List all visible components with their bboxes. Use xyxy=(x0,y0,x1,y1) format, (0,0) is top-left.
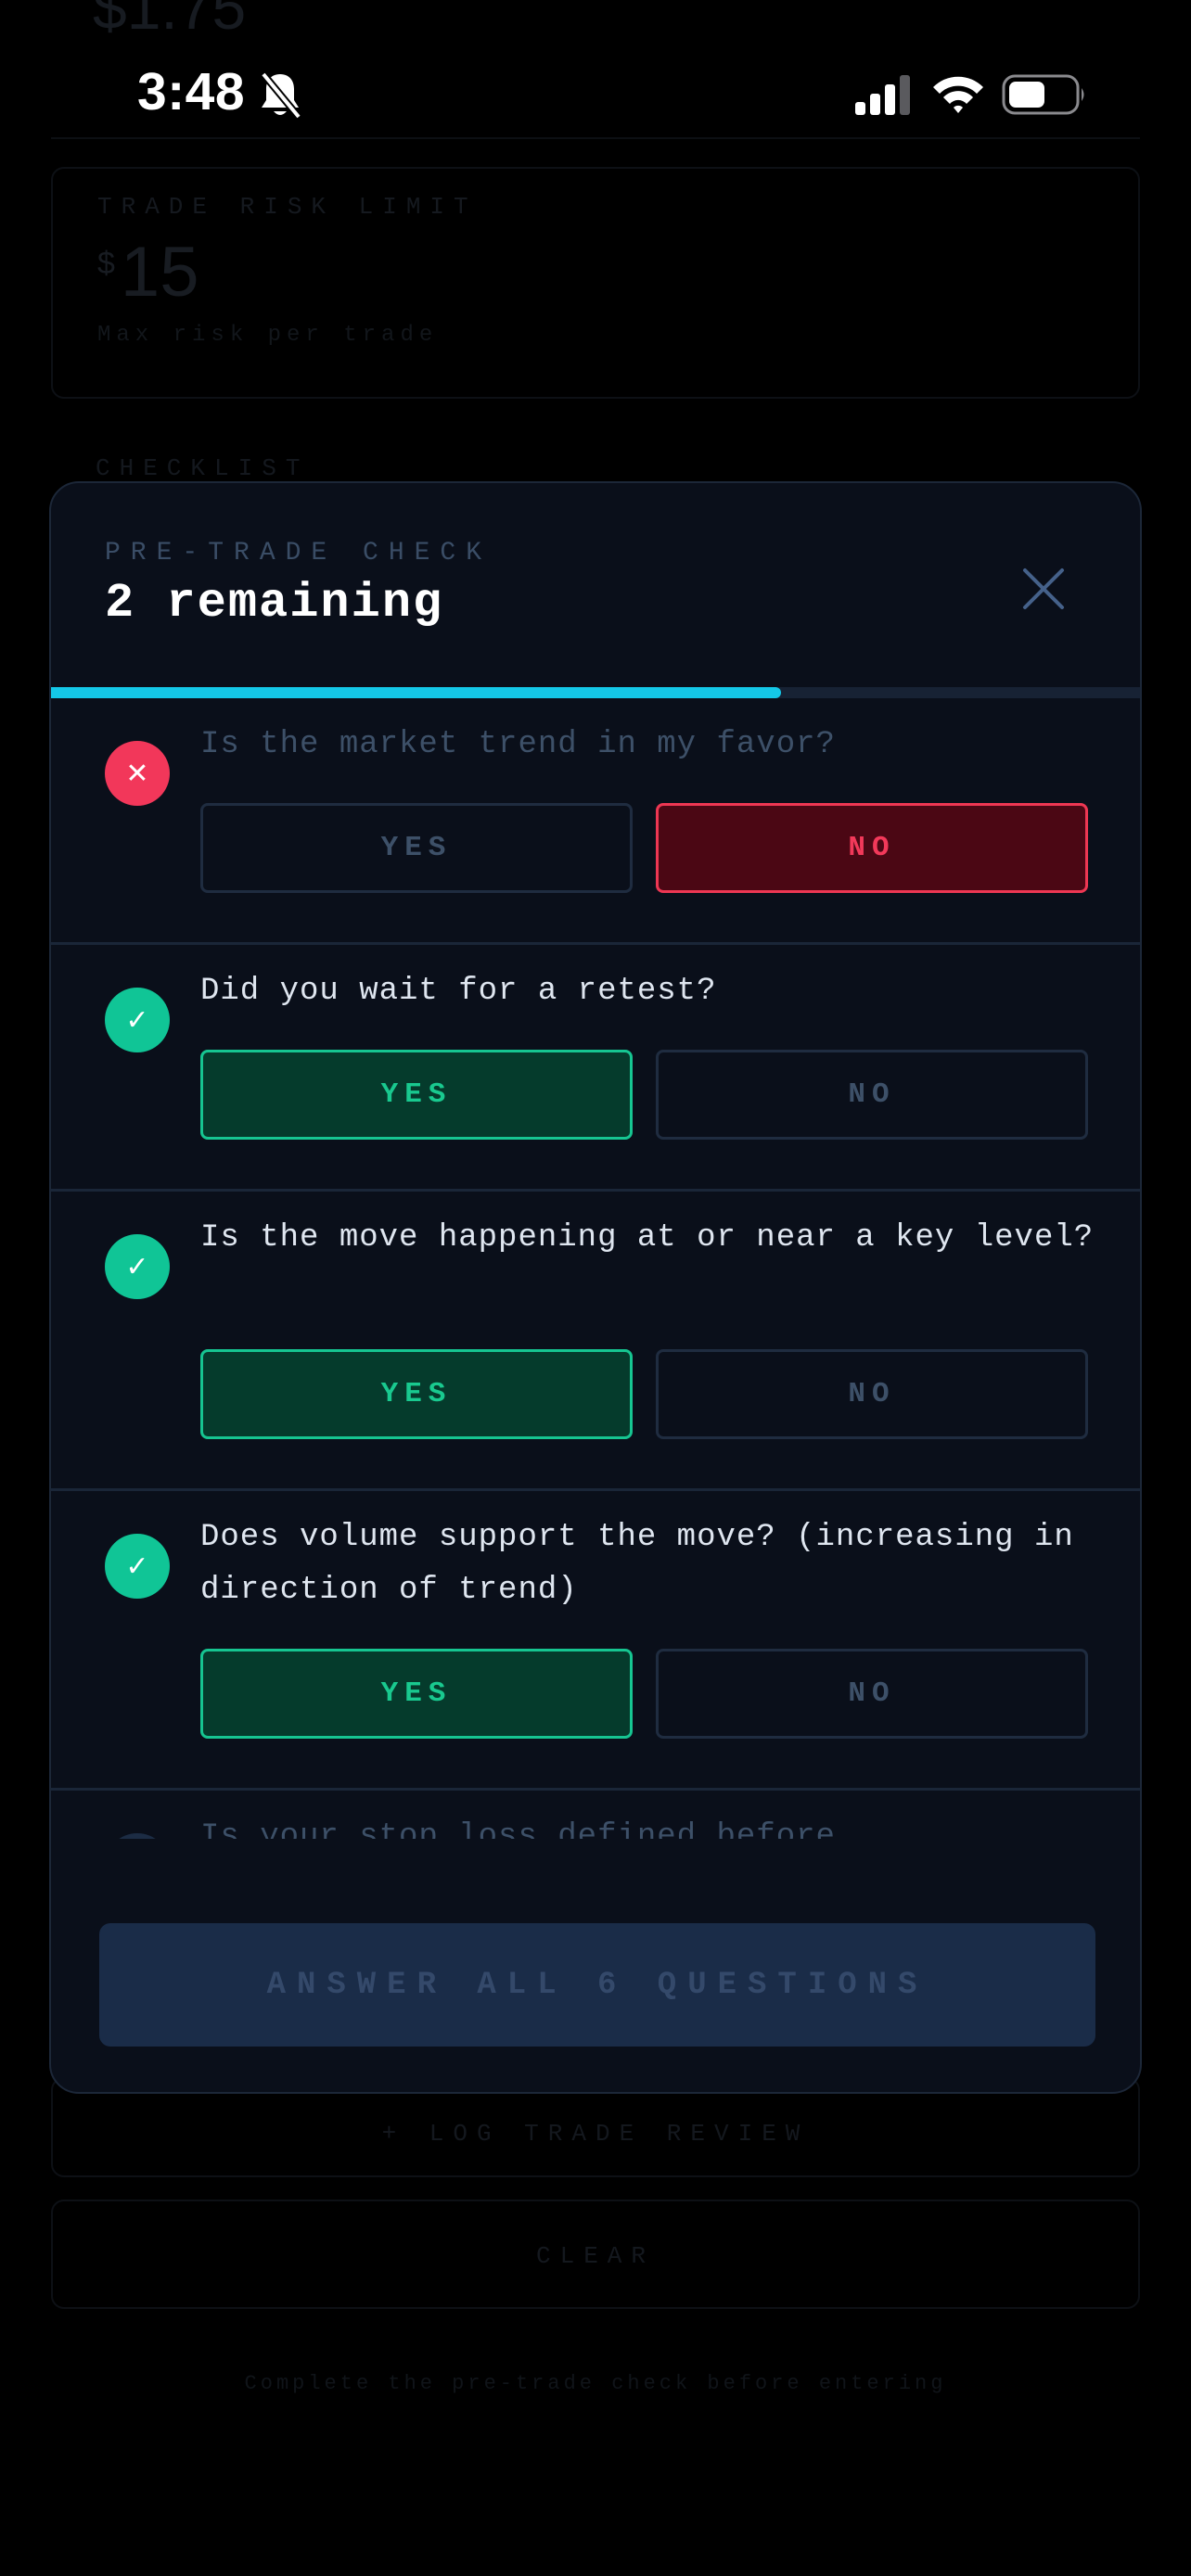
question-text: Does volume support the move? (increasin… xyxy=(200,1520,1074,1608)
yes-button[interactable]: YES xyxy=(200,1349,633,1439)
battery-icon xyxy=(1002,74,1087,120)
close-button[interactable] xyxy=(1016,561,1071,617)
bg-divider xyxy=(51,137,1140,139)
pre-trade-check-modal: PRE-TRADE CHECK 2 remaining ✕ Is the mar… xyxy=(49,481,1142,2094)
bell-slash-icon xyxy=(258,70,302,125)
status-check-icon: ✓ xyxy=(105,1534,170,1599)
status-check-icon: ✓ xyxy=(105,988,170,1052)
cellular-signal-icon xyxy=(853,74,913,120)
question-item: ✓ Does volume support the move? (increas… xyxy=(51,1491,1140,1791)
bg-section-label: CHECKLIST xyxy=(96,454,310,482)
progress-bar xyxy=(51,687,1140,698)
question-item: 5 Is your stop loss defined before xyxy=(51,1791,1140,1839)
status-x-icon: ✕ xyxy=(105,741,170,806)
close-icon xyxy=(1023,568,1064,609)
bg-card-number: 15 xyxy=(120,233,199,312)
question-item: ✕ Is the market trend in my favor? YES N… xyxy=(51,698,1140,945)
bg-clear-label: CLEAR xyxy=(535,2242,655,2270)
question-text: Is the move happening at or near a key l… xyxy=(200,1220,1095,1256)
question-text: Is your stop loss defined before xyxy=(200,1819,836,1839)
bg-footer-note: Complete the pre-trade check before ente… xyxy=(244,2372,947,2395)
status-time: 3:48 xyxy=(137,62,246,121)
status-check-icon: ✓ xyxy=(105,1234,170,1299)
no-button[interactable]: NO xyxy=(656,1050,1088,1140)
yes-button[interactable]: YES xyxy=(200,1050,633,1140)
no-button[interactable]: NO xyxy=(656,1349,1088,1439)
modal-kicker: PRE-TRADE CHECK xyxy=(105,539,493,567)
bg-card-currency: $ xyxy=(97,246,115,281)
question-item: ✓ Is the move happening at or near a key… xyxy=(51,1192,1140,1491)
yes-button[interactable]: YES xyxy=(200,803,633,893)
question-list[interactable]: ✕ Is the market trend in my favor? YES N… xyxy=(51,698,1140,1839)
question-number-badge: 5 xyxy=(105,1833,170,1839)
bg-clear-button: CLEAR xyxy=(51,2200,1140,2309)
bg-card-subtitle: Max risk per trade xyxy=(97,323,439,348)
question-text: Is the market trend in my favor? xyxy=(200,727,836,762)
progress-fill xyxy=(51,687,781,698)
modal-title: 2 remaining xyxy=(105,576,444,631)
bg-card-label: TRADE RISK LIMIT xyxy=(97,193,478,221)
question-item: ✓ Did you wait for a retest? YES NO xyxy=(51,945,1140,1192)
no-button[interactable]: NO xyxy=(656,1649,1088,1739)
yes-button[interactable]: YES xyxy=(200,1649,633,1739)
no-button[interactable]: NO xyxy=(656,803,1088,893)
screen: $1.75 TRADE RISK LIMIT $15 Max risk per … xyxy=(0,0,1191,2576)
bg-card-value: $15 xyxy=(97,232,198,312)
bg-price: $1.75 xyxy=(93,0,247,42)
bg-risk-card: TRADE RISK LIMIT $15 Max risk per trade xyxy=(51,167,1140,399)
wifi-icon xyxy=(931,72,985,120)
bg-review-label: + LOG TRADE REVIEW xyxy=(381,2120,810,2148)
answer-all-button[interactable]: ANSWER ALL 6 QUESTIONS xyxy=(99,1923,1095,2047)
question-text: Did you wait for a retest? xyxy=(200,974,717,1009)
modal-header: PRE-TRADE CHECK 2 remaining xyxy=(51,483,1140,685)
